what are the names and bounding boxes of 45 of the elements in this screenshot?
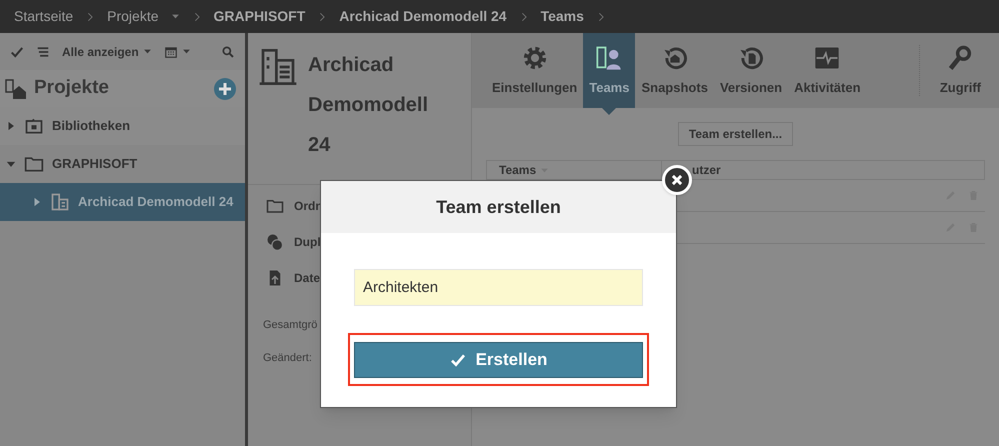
column-header[interactable]: utzer xyxy=(692,161,721,179)
sidebar-title: Projekte xyxy=(34,76,110,100)
check-icon xyxy=(10,44,24,58)
building-icon xyxy=(50,192,70,212)
tab[interactable]: Aktivitäten xyxy=(788,33,867,108)
breadcrumb-link[interactable]: Projekte xyxy=(107,6,180,27)
breadcrumb-link[interactable]: Startseite xyxy=(14,6,74,27)
caret-right-icon xyxy=(6,120,16,132)
circles-icon xyxy=(266,233,284,251)
calendar-icon xyxy=(164,44,178,58)
tab[interactable]: Einstellungen xyxy=(486,33,584,108)
breadcrumb-link[interactable]: Archicad Demomodell 24 xyxy=(339,6,507,27)
list-icon xyxy=(36,44,50,58)
create-team-button[interactable]: Team erstellen... xyxy=(678,122,794,146)
column-header[interactable]: Teams xyxy=(499,161,550,179)
project-title: Archicad Demomodell 24 xyxy=(308,53,428,158)
caret-icon xyxy=(142,47,152,56)
tab[interactable]: Versionen xyxy=(714,33,788,108)
caret-icon xyxy=(182,47,191,56)
building-person-icon xyxy=(595,44,624,72)
check-icon xyxy=(450,352,466,368)
buildings-icon xyxy=(4,76,28,100)
caret-right-icon xyxy=(32,196,42,208)
tab[interactable]: Snapshots xyxy=(635,33,714,108)
submit-button[interactable]: Erstellen xyxy=(354,342,643,378)
tree-item[interactable]: Bibliotheken xyxy=(0,107,245,145)
filter-dropdown[interactable]: Alle anzeigen xyxy=(62,42,139,60)
caret-icon xyxy=(170,12,180,21)
search-icon xyxy=(221,44,235,58)
breadcrumb-link[interactable]: GRAPHISOFT xyxy=(214,6,306,27)
library-folder-icon xyxy=(24,116,44,136)
tab[interactable]: Zugriff xyxy=(934,33,999,108)
folder-icon xyxy=(266,197,284,215)
detail-label: Gesamtgrö xyxy=(263,318,318,333)
breadcrumb-link[interactable]: Teams xyxy=(540,6,584,27)
close-icon xyxy=(670,173,684,187)
detail-label: Geändert: xyxy=(263,350,312,366)
tree-item[interactable]: GRAPHISOFT xyxy=(0,145,245,183)
tree-item[interactable]: Archicad Demomodell 24 xyxy=(0,183,245,221)
add-icon xyxy=(213,76,237,100)
dialog-title: Team erstellen xyxy=(436,196,561,218)
action-link[interactable]: Date xyxy=(294,269,320,287)
action-link[interactable]: Dupl xyxy=(294,233,321,251)
tab-pointer-icon xyxy=(602,108,616,115)
name-field[interactable]: Architekten xyxy=(354,269,643,306)
